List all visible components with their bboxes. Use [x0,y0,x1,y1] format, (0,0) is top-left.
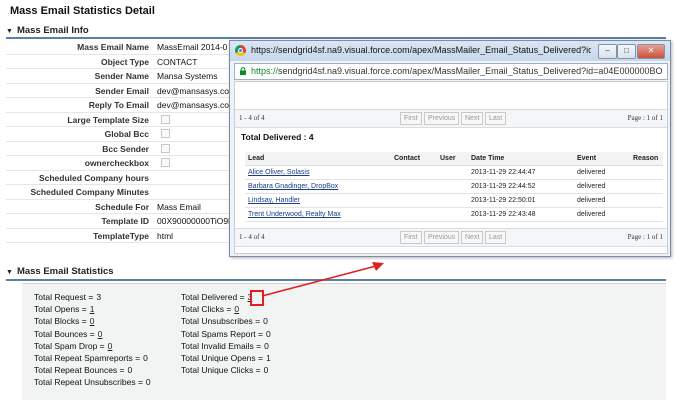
cell-user [437,179,468,194]
column-header[interactable]: Contact [391,152,437,166]
cell-datetime: 2013-11-29 22:43:48 [468,207,574,222]
delivered-table: Lead Contact User Date Time Event Reason… [245,152,663,222]
cell-user [437,193,468,208]
cell-reason [630,207,663,222]
column-header[interactable]: Lead [245,152,391,166]
window-title: https://sendgrid4sf.na9.visual.force.com… [251,45,591,55]
cell-reason [630,193,663,208]
cell-datetime: 2013-11-29 22:44:47 [468,165,574,180]
pager-bottom: 1 - 4 of 4 First Previous Next Last Page… [235,228,667,247]
previous-button[interactable]: Previous [424,231,460,244]
lead-link[interactable]: Barbara Gnadinger, DropBox [248,183,338,190]
block-title: Total Delivered : 4 [241,132,314,142]
url-scheme: https:// [251,66,279,76]
cell-event: delivered [574,165,630,180]
pager-top: 1 - 4 of 4 First Previous Next Last Page… [235,109,667,128]
cell-user [437,207,468,222]
column-header[interactable]: Event [574,152,630,166]
cell-contact [391,179,437,194]
cell-lead: Lindsay, Handler [245,193,391,208]
page-indicator: Page : 1 of 1 [627,233,663,241]
cell-contact [391,165,437,180]
minimize-icon: – [605,46,610,55]
cell-event: delivered [574,193,630,208]
minimize-button[interactable]: – [598,44,617,59]
last-button[interactable]: Last [485,112,507,125]
cell-lead: Trent Underwood, Realty Max [245,207,391,222]
pager-info: 1 - 4 of 4 [239,233,265,241]
first-button[interactable]: First [400,231,422,244]
cell-datetime: 2013-11-29 22:44:52 [468,179,574,194]
cell-reason [630,179,663,194]
page-content: 1 - 4 of 4 First Previous Next Last Page… [234,81,668,254]
maximize-icon: □ [624,46,629,55]
cell-lead: Barbara Gnadinger, DropBox [245,179,391,194]
page-indicator: Page : 1 of 1 [627,114,663,122]
close-icon: ✕ [647,46,655,55]
pager-info: 1 - 4 of 4 [239,114,265,122]
maximize-button[interactable]: □ [617,44,636,59]
cell-reason [630,165,663,180]
address-bar[interactable]: https://sendgrid4sf.na9.visual.force.com… [234,63,668,80]
table-row: Barbara Gnadinger, DropBox 2013-11-29 22:… [245,179,663,194]
popup-browser-window[interactable]: https://sendgrid4sf.na9.visual.force.com… [229,40,671,257]
lead-link[interactable]: Alice Oliver, Solasis [248,169,309,176]
column-header[interactable]: Date Time [468,152,574,166]
address-url[interactable]: https://sendgrid4sf.na9.visual.force.com… [251,66,663,76]
next-button[interactable]: Next [461,231,484,244]
cell-event: delivered [574,207,630,222]
table-row: Alice Oliver, Solasis 2013-11-29 22:44:47… [245,165,663,180]
table-row: Lindsay, Handler 2013-11-29 22:50:01 deliv… [245,193,663,208]
last-button[interactable]: Last [485,231,507,244]
column-header[interactable]: Reason [630,152,663,166]
next-button[interactable]: Next [461,112,484,125]
chrome-logo-icon [235,45,246,56]
table-row: Trent Underwood, Realty Max 2013-11-29 22… [245,207,663,222]
first-button[interactable]: First [400,112,422,125]
cell-datetime: 2013-11-29 22:50:01 [468,193,574,208]
previous-button[interactable]: Previous [424,112,460,125]
lead-link[interactable]: Trent Underwood, Realty Max [248,211,341,218]
lock-icon [240,67,246,75]
table-header-row: Lead Contact User Date Time Event Reason [245,152,663,166]
cell-contact [391,193,437,208]
lead-link[interactable]: Lindsay, Handler [248,197,300,204]
url-path: sendgrid4sf.na9.visual.force.com/apex/Ma… [278,66,663,76]
cell-contact [391,207,437,222]
cell-event: delivered [574,179,630,194]
cell-lead: Alice Oliver, Solasis [245,165,391,180]
close-button[interactable]: ✕ [637,44,665,59]
cell-user [437,165,468,180]
column-header[interactable]: User [437,152,468,166]
window-titlebar[interactable]: https://sendgrid4sf.na9.visual.force.com… [230,41,670,61]
